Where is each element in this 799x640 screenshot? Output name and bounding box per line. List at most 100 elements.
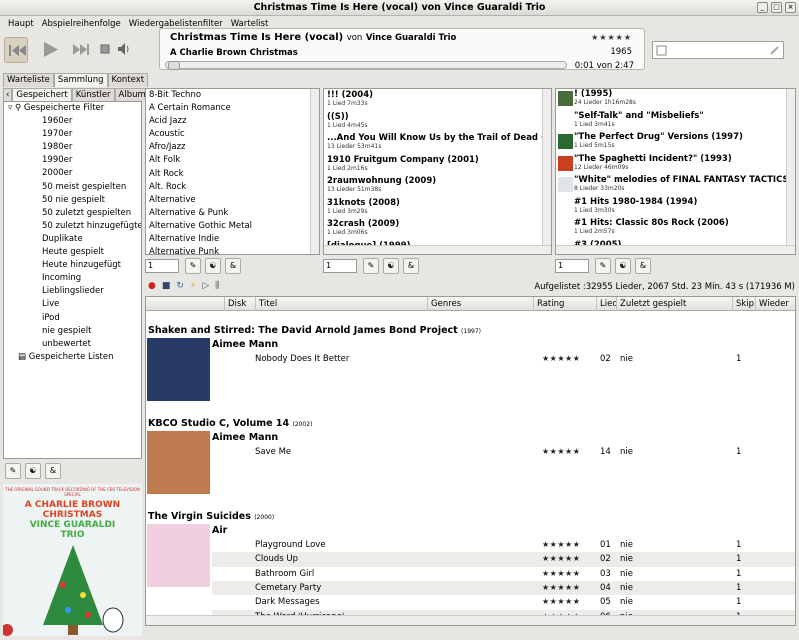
artist-item[interactable]: 2raumwohnung (2009) 13 Lieder 51m38s xyxy=(324,175,551,197)
lightning-icon[interactable]: ⚡ xyxy=(190,281,196,291)
track-row[interactable]: Nobody Does It Better ★★★★★ 02 nie 1 xyxy=(212,352,795,366)
album-group-title[interactable]: Shaken and Stirred: The David Arnold Jam… xyxy=(148,325,481,336)
tree-item[interactable]: unbewertet xyxy=(4,338,141,351)
album-yin-yang-button[interactable]: ☯ xyxy=(615,258,631,274)
save-icon[interactable]: ■ xyxy=(162,281,171,291)
genre-item[interactable]: Alternative Punk xyxy=(146,246,319,254)
genre-yin-yang-button[interactable]: ☯ xyxy=(205,258,221,274)
genre-scrollbar[interactable] xyxy=(310,89,319,254)
tree-item[interactable]: 1970er xyxy=(4,128,141,141)
album-and-button[interactable]: & xyxy=(635,258,651,274)
clear-icon[interactable] xyxy=(769,45,780,56)
genre-spinner[interactable]: 1 xyxy=(145,259,179,273)
album-group-artist[interactable]: Aimee Mann xyxy=(212,432,278,443)
album-group-artist[interactable]: Air xyxy=(212,525,227,536)
tree-item[interactable]: Heute hinzugefügt xyxy=(4,259,141,272)
minimize-button[interactable]: _ xyxy=(757,2,768,13)
and-button[interactable]: & xyxy=(45,463,61,479)
menu-abspielreihenfolge[interactable]: Abspielreihenfolge xyxy=(38,16,125,33)
artist-item[interactable]: 1910 Fruitgum Company (2001) 1 Lied 2m16s xyxy=(324,154,551,176)
genre-item[interactable]: Alt Folk xyxy=(146,154,319,167)
genre-and-button[interactable]: & xyxy=(225,258,241,274)
refresh-icon[interactable]: ↻ xyxy=(176,281,184,291)
track-rating[interactable]: ★★★★★ xyxy=(542,538,580,552)
track-hscrollbar[interactable] xyxy=(146,615,795,625)
artist-hscrollbar[interactable] xyxy=(324,245,551,254)
column-header[interactable]: Zuletzt gespielt xyxy=(616,297,686,311)
tree-item[interactable]: Lieblingslieder xyxy=(4,285,141,298)
genre-item[interactable]: 8-Bit Techno xyxy=(146,89,319,102)
genre-item[interactable]: Acoustic xyxy=(146,128,319,141)
genre-item[interactable]: Alternative xyxy=(146,194,319,207)
tree-item[interactable]: 50 nie gespielt xyxy=(4,194,141,207)
column-header[interactable]: Lied xyxy=(596,297,618,311)
tree-item[interactable]: Duplikate xyxy=(4,233,141,246)
album-item[interactable]: "The Spaghetti Incident?" (1993) 12 Liede… xyxy=(556,154,795,176)
album-edit-button[interactable]: ✎ xyxy=(595,258,611,274)
track-rating[interactable]: ★★★★★ xyxy=(542,552,580,566)
genre-edit-button[interactable]: ✎ xyxy=(185,258,201,274)
genre-item[interactable]: Alternative Gothic Metal xyxy=(146,220,319,233)
column-header[interactable]: Disk xyxy=(224,297,246,311)
stop-button[interactable] xyxy=(98,37,112,63)
track-row[interactable]: Cemetary Party ★★★★★ 04 nie 1 xyxy=(212,580,795,596)
album-spinner[interactable]: 1 xyxy=(555,259,589,273)
bars-icon[interactable]: ⫼ xyxy=(215,281,219,291)
column-header[interactable]: Rating xyxy=(533,297,564,311)
artist-item[interactable]: 31knots (2008) 1 Lied 3m29s xyxy=(324,197,551,219)
genre-item[interactable]: Alternative & Punk xyxy=(146,207,319,220)
search-input[interactable] xyxy=(652,41,784,59)
tree-item[interactable]: Live xyxy=(4,298,141,311)
track-rating[interactable]: ★★★★★ xyxy=(542,581,580,595)
album-item[interactable]: #1 Hits: Classic 80s Rock (2006) 1 Lied 2… xyxy=(556,218,795,240)
volume-button[interactable] xyxy=(116,37,130,63)
album-item[interactable]: "The Perfect Drug" Versions (1997) 1 Lied… xyxy=(556,132,795,154)
tab-gespeichert[interactable]: Gespeichert xyxy=(12,88,72,102)
record-icon[interactable]: ● xyxy=(148,281,156,291)
album-item[interactable]: "White" melodies of FINAL FANTASY TACTIC… xyxy=(556,175,795,197)
tree-item[interactable]: 2000er xyxy=(4,167,141,180)
artist-spinner[interactable]: 1 xyxy=(323,259,357,273)
tree-item[interactable]: Heute gespielt xyxy=(4,246,141,259)
now-playing-rating[interactable]: ★★★★★ xyxy=(591,33,632,42)
album-group-artist[interactable]: Aimee Mann xyxy=(212,339,278,350)
tree-item[interactable]: 50 zuletzt gespielten xyxy=(4,207,141,220)
tree-item[interactable]: Incoming xyxy=(4,272,141,285)
track-rating[interactable]: ★★★★★ xyxy=(542,352,580,366)
track-rating[interactable]: ★★★★★ xyxy=(542,595,580,609)
album-item[interactable]: ! (1995) 24 Lieder 1h16m28s xyxy=(556,89,795,111)
tree-item[interactable]: 1980er xyxy=(4,141,141,154)
previous-button[interactable] xyxy=(4,37,28,63)
maximize-button[interactable]: □ xyxy=(771,2,782,13)
artist-item[interactable]: ...And You Will Know Us by the Trail of … xyxy=(324,132,551,154)
artist-item[interactable]: 32crash (2009) 1 Lied 3m06s xyxy=(324,218,551,240)
menu-haupt[interactable]: Haupt xyxy=(4,16,38,33)
play-small-icon[interactable]: ▷ xyxy=(202,281,209,291)
track-row[interactable]: Clouds Up ★★★★★ 02 nie 1 xyxy=(212,552,795,567)
artist-item[interactable]: !!! (2004) 1 Lied 7m33s xyxy=(324,89,551,111)
close-button[interactable]: × xyxy=(785,2,796,13)
tab-kontext[interactable]: Kontext xyxy=(107,73,149,87)
genre-item[interactable]: Alt Rock xyxy=(146,168,319,181)
tree-item[interactable]: iPod xyxy=(4,312,141,325)
genre-item[interactable]: Acid Jazz xyxy=(146,115,319,128)
track-rating[interactable]: ★★★★★ xyxy=(542,445,580,459)
artist-yin-yang-button[interactable]: ☯ xyxy=(383,258,399,274)
next-button[interactable] xyxy=(70,37,94,63)
artist-scrollbar[interactable] xyxy=(542,89,551,254)
genre-item[interactable]: Alternative Indie xyxy=(146,233,319,246)
tree-item[interactable]: nie gespielt xyxy=(4,325,141,338)
tree-saved-lists[interactable]: ▤ Gespeicherte Listen xyxy=(4,351,141,364)
tree-item[interactable]: 1990er xyxy=(4,154,141,167)
column-header[interactable]: Titel xyxy=(255,297,277,311)
track-rating[interactable]: ★★★★★ xyxy=(542,567,580,581)
expander-icon[interactable]: ▿ xyxy=(8,103,12,113)
tab-sammlung[interactable]: Sammlung xyxy=(53,73,108,87)
seek-bar[interactable] xyxy=(165,61,567,70)
album-hscrollbar[interactable] xyxy=(556,245,795,254)
tree-item[interactable]: 50 zuletzt hinzugefügten xyxy=(4,220,141,233)
track-row[interactable]: Dark Messages ★★★★★ 05 nie 1 xyxy=(212,595,795,609)
album-item[interactable]: #1 Hits 1980-1984 (1994) 1 Lied 3m30s xyxy=(556,197,795,219)
yin-yang-button[interactable]: ☯ xyxy=(25,463,41,479)
tree-root[interactable]: ▿ ⚲ Gespeicherte Filter xyxy=(4,102,141,115)
